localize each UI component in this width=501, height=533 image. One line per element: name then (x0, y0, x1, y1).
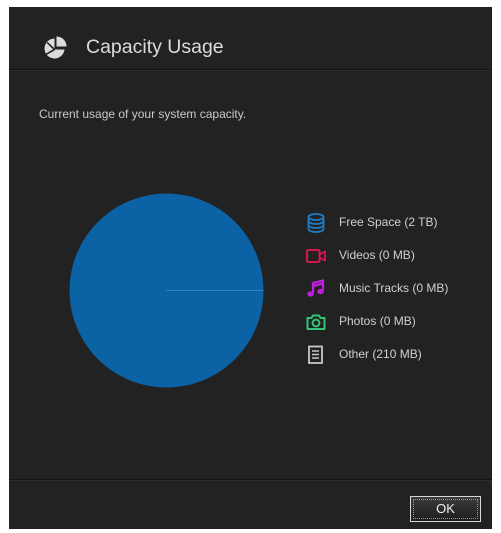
legend-item-videos: Videos (0 MB) (305, 245, 485, 267)
capacity-pie-chart (69, 193, 264, 388)
dialog-title: Capacity Usage (86, 36, 224, 58)
document-icon (308, 345, 323, 364)
usage-description: Current usage of your system capacity. (39, 107, 247, 121)
legend-label-videos: Videos (0 MB) (339, 248, 415, 262)
legend-label-music-tracks: Music Tracks (0 MB) (339, 281, 449, 295)
database-icon (307, 213, 325, 233)
legend-item-music-tracks: Music Tracks (0 MB) (305, 278, 485, 300)
legend-label-free-space: Free Space (2 TB) (339, 215, 438, 229)
ok-button[interactable]: OK (410, 496, 481, 522)
legend-item-other: Other (210 MB) (305, 344, 485, 366)
legend-label-other: Other (210 MB) (339, 347, 422, 361)
capacity-usage-dialog: Capacity Usage Current usage of your sys… (9, 7, 492, 529)
legend-item-photos: Photos (0 MB) (305, 311, 485, 333)
legend-item-free-space: Free Space (2 TB) (305, 212, 485, 234)
camera-icon (306, 314, 326, 330)
dialog-footer: OK (9, 479, 492, 530)
video-camera-icon (306, 249, 326, 263)
dialog-header: Capacity Usage (9, 7, 492, 70)
legend-label-photos: Photos (0 MB) (339, 314, 416, 328)
pie-chart-icon (44, 36, 67, 59)
music-note-icon (307, 279, 325, 297)
